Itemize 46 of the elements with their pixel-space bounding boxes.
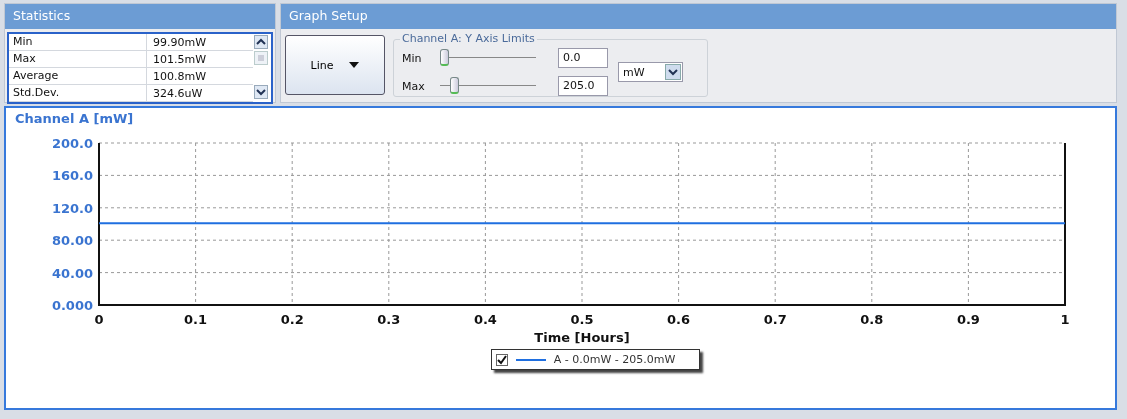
table-cell-text: 101.5mW [152, 52, 207, 66]
slider-thumb[interactable] [449, 77, 459, 94]
legend-label: A - 0.0mW - 205.0mW [553, 353, 676, 366]
x-tick-label: 0.2 [280, 312, 304, 327]
graph-type-dropdown[interactable]: Line [285, 35, 385, 95]
x-tick-label: 0 [94, 312, 104, 327]
input-field[interactable]: 0.0 [558, 48, 608, 68]
slider-thumb[interactable] [440, 49, 449, 66]
caret-icon [349, 62, 360, 68]
limit-label: Max [402, 79, 426, 93]
scroll-thumb-icon[interactable] [254, 51, 268, 65]
x-tick-label: 0.3 [377, 312, 401, 327]
unit-dropdown[interactable]: mW [618, 62, 683, 82]
chart-title: Channel A [mW] [14, 110, 135, 128]
panel-title: Statistics [5, 4, 275, 29]
checkbox[interactable] [495, 353, 508, 366]
table-cell: Std.Dev. [9, 85, 147, 101]
x-tick-label: 0.9 [956, 312, 980, 327]
panel-title: Graph Setup [281, 4, 1116, 29]
y-tick-label: 200.0 [51, 136, 93, 151]
y-tick-label: 0.000 [51, 298, 93, 313]
table-cell-text: 100.8mW [152, 69, 207, 83]
group-title: Channel A: Y Axis Limits [400, 32, 537, 45]
x-tick-label: 0.8 [860, 312, 884, 327]
table-cell: Average [9, 68, 147, 84]
x-tick-label: 0.6 [667, 312, 691, 327]
table-cell-text: 324.6uW [152, 86, 203, 100]
y-tick-label: 40.00 [51, 265, 93, 281]
x-tick-label: 0.7 [763, 312, 787, 327]
table-cell: Min [9, 34, 147, 50]
scroll-down-icon[interactable] [254, 85, 268, 99]
x-tick-label: 0.4 [473, 312, 497, 327]
table-cell-text: 99.90mW [152, 35, 207, 49]
scrollbar[interactable] [253, 34, 271, 102]
y-tick-label: 120.0 [51, 200, 93, 216]
y-tick-label: 160.0 [51, 168, 93, 184]
limit-label: Min [402, 51, 423, 65]
x-tick-label: 0.5 [570, 312, 594, 327]
caret-icon [665, 64, 681, 80]
input-field[interactable]: 205.0 [558, 76, 608, 96]
y-tick-label: 80.00 [51, 233, 93, 249]
table-cell: Max [9, 51, 147, 67]
x-tick-label: 1 [1060, 312, 1070, 327]
x-axis-title: Time [Hours] [534, 330, 630, 345]
x-tick-label: 0.1 [184, 312, 208, 327]
scroll-up-icon[interactable] [254, 35, 268, 49]
